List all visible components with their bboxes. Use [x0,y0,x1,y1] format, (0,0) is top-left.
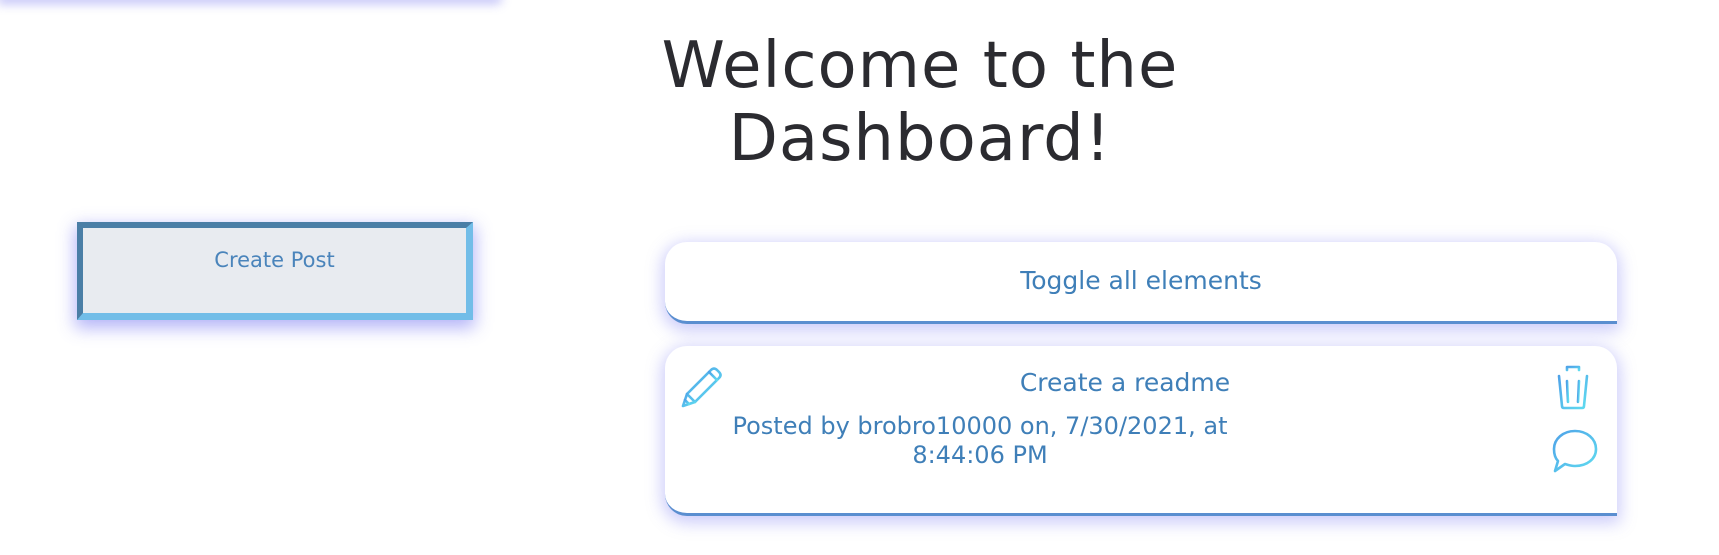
trash-icon[interactable] [1551,364,1595,410]
page-title: Welcome to the Dashboard! [661,29,1179,176]
pencil-icon[interactable] [679,364,725,410]
create-post-button[interactable]: Create Post [77,222,473,320]
post-title: Create a readme [1019,368,1231,397]
comment-bubble-icon[interactable] [1551,428,1599,474]
post-meta: Posted by brobro10000 on, 7/30/2021, at … [732,412,1228,469]
toggle-all-button[interactable]: Toggle all elements [665,242,1617,324]
post-card: Create a readme Posted by brobro10000 on… [665,346,1617,516]
dashboard-page: Welcome to the Dashboard! Create Post To… [0,0,1719,555]
